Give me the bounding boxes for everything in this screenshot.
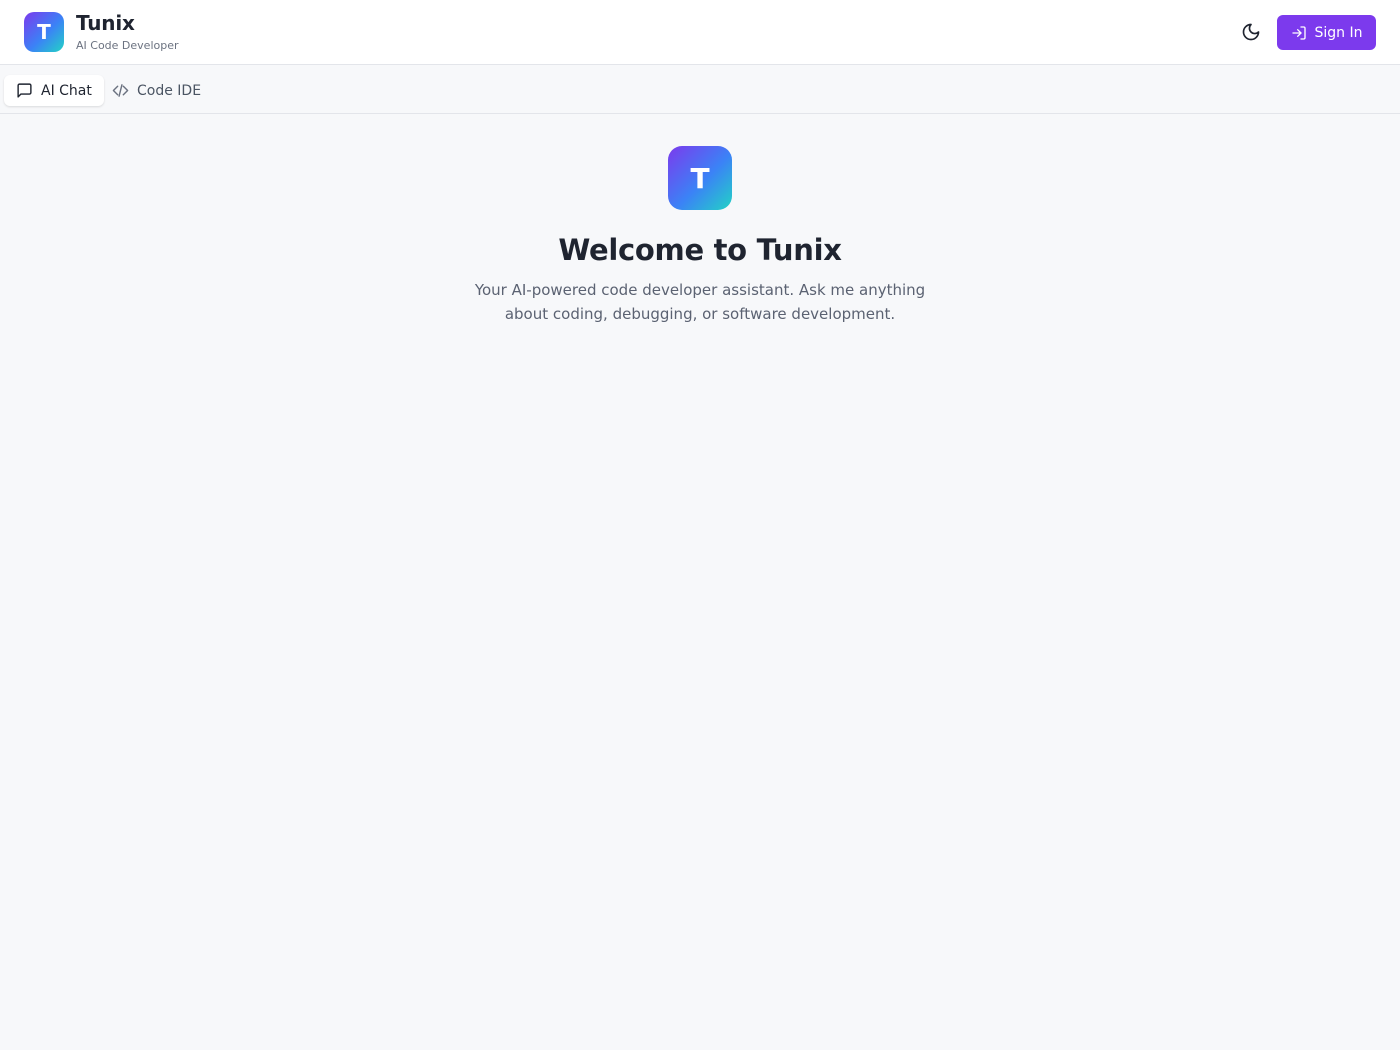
app-header: T Tunix AI Code Developer Sign In [0,0,1400,65]
app-name: Tunix [76,11,135,35]
code-icon [112,82,129,99]
tab-code-ide-label: Code IDE [137,82,202,99]
sign-in-button[interactable]: Sign In [1277,15,1376,50]
theme-toggle-button[interactable] [1236,17,1266,47]
chat-bubble-icon [16,82,33,99]
app-logo: T [24,12,64,52]
tab-ai-chat-label: AI Chat [41,82,92,99]
welcome-logo: T [668,146,732,210]
app-subtitle: AI Code Developer [76,39,179,52]
sign-in-icon [1291,25,1307,41]
tab-code-ide[interactable]: Code IDE [100,75,213,106]
welcome-title: Welcome to Tunix [558,233,842,267]
tab-bar: AI Chat Code IDE [0,65,1400,114]
sign-in-label: Sign In [1314,24,1363,41]
welcome-logo-letter: T [690,161,710,195]
welcome-description: Your AI-powered code developer assistant… [474,281,926,323]
tab-ai-chat[interactable]: AI Chat [4,75,104,106]
moon-icon [1241,22,1261,42]
app-logo-letter: T [37,20,51,44]
